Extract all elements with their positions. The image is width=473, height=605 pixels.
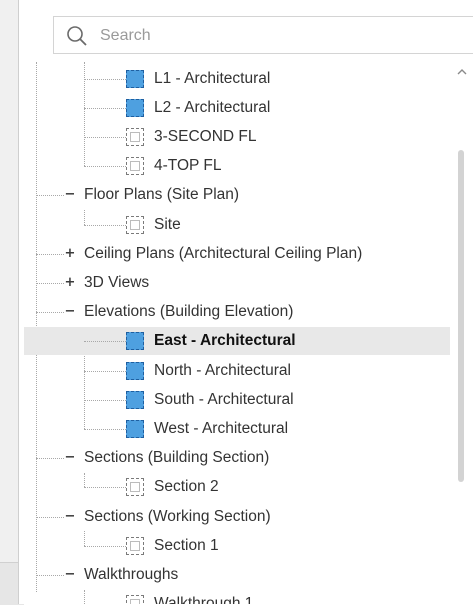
tree-item-label: Section 1: [154, 536, 219, 554]
tree-connector-line: [84, 107, 126, 109]
tree-item-label: Site: [154, 215, 181, 233]
active-view-icon: [126, 419, 144, 438]
tree-connector-line: [84, 399, 126, 401]
expand-plus-icon[interactable]: +: [64, 276, 76, 289]
tree-item-label: East - Architectural: [154, 332, 296, 350]
scroll-thumb[interactable]: [458, 150, 464, 482]
scroll-up-arrow-icon[interactable]: [456, 66, 468, 78]
search-icon: [67, 26, 87, 46]
collapse-minus-icon[interactable]: −: [64, 568, 76, 581]
background-area: [0, 0, 18, 604]
tree-view-item[interactable]: 3-SECOND FL: [24, 122, 450, 150]
tree-view-item[interactable]: Walkthrough 1: [24, 590, 450, 604]
tree-item-label: Walkthroughs: [84, 565, 179, 583]
tree-group-item[interactable]: + Ceiling Plans (Architectural Ceiling Pl…: [24, 239, 450, 267]
active-view-icon: [126, 98, 144, 117]
tree-item-label: Sections (Working Section): [84, 507, 271, 525]
tree-item-label: Elevations (Building Elevation): [84, 303, 294, 321]
tree-view-item[interactable]: Site: [24, 210, 450, 238]
tree-connector-line: [84, 78, 126, 80]
tree-view-item[interactable]: 4-TOP FL: [24, 152, 450, 180]
tree-item-label: Ceiling Plans (Architectural Ceiling Pla…: [84, 244, 363, 262]
vertical-scrollbar[interactable]: [452, 62, 470, 604]
tree-connector-line: [84, 224, 126, 226]
inactive-view-icon: [126, 157, 144, 176]
tree-view-item[interactable]: Section 1: [24, 531, 450, 559]
tree-item-label: Section 2: [154, 478, 219, 496]
tree-view-item[interactable]: East - Architectural: [24, 326, 450, 355]
tree-item-label: 3-SECOND FL: [154, 127, 257, 145]
tree-view-item[interactable]: L1 - Architectural: [24, 64, 450, 92]
tree-connector-line: [84, 487, 126, 489]
tree-item-label: L1 - Architectural: [154, 69, 271, 87]
tree-item-label: South - Architectural: [154, 390, 294, 408]
tree-view-item[interactable]: North - Architectural: [24, 356, 450, 384]
tree-view-item[interactable]: West - Architectural: [24, 414, 450, 442]
tree-view-item[interactable]: Section 2: [24, 473, 450, 501]
inactive-view-icon: [126, 215, 144, 234]
view-tree: L1 - Architectural L2 - Architectural 3-SE…: [24, 62, 450, 604]
tree-item-label: L2 - Architectural: [154, 98, 271, 116]
collapse-minus-icon[interactable]: −: [64, 510, 76, 523]
inactive-view-icon: [126, 127, 144, 146]
tree-group-item[interactable]: − Walkthroughs: [24, 560, 450, 588]
tree-view-item[interactable]: L2 - Architectural: [24, 93, 450, 121]
collapse-minus-icon[interactable]: −: [64, 305, 76, 319]
tree-item-label: 3D Views: [84, 273, 150, 291]
tree-item-label: West - Architectural: [154, 419, 289, 437]
tree-item-label: Walkthrough 1: [154, 595, 254, 604]
tree-group-item[interactable]: − Floor Plans (Site Plan): [24, 181, 450, 209]
tree-connector-line: [84, 136, 126, 138]
tree-item-label: Sections (Building Section): [84, 449, 270, 467]
tree-connector-line: [84, 166, 126, 168]
tree-group-item[interactable]: +3D Views: [24, 268, 450, 296]
collapse-minus-icon[interactable]: −: [64, 451, 76, 465]
expand-plus-icon[interactable]: +: [64, 247, 76, 260]
tree-connector-line: [84, 341, 126, 343]
tree-item-label: Floor Plans (Site Plan): [84, 186, 240, 204]
active-view-icon: [126, 332, 144, 351]
search-input[interactable]: [100, 23, 460, 49]
tree-item-label: 4-TOP FL: [154, 157, 222, 175]
inactive-view-icon: [126, 595, 144, 604]
inactive-view-icon: [126, 536, 144, 555]
tree-group-item[interactable]: − Sections (Working Section): [24, 502, 450, 530]
search-box[interactable]: [53, 16, 473, 54]
collapse-minus-icon[interactable]: −: [64, 188, 76, 202]
inactive-view-icon: [126, 478, 144, 497]
tree-group-item[interactable]: − Elevations (Building Elevation): [24, 298, 450, 326]
tree-item-label: North - Architectural: [154, 361, 291, 379]
active-view-icon: [126, 390, 144, 409]
active-view-icon: [126, 69, 144, 88]
tree-view-item[interactable]: South - Architectural: [24, 385, 450, 413]
tree-connector-line: [84, 428, 126, 430]
tree-connector-line: [84, 370, 126, 372]
active-view-icon: [126, 361, 144, 380]
tree-group-item[interactable]: − Sections (Building Section): [24, 444, 450, 472]
tree-connector-line: [84, 545, 126, 547]
